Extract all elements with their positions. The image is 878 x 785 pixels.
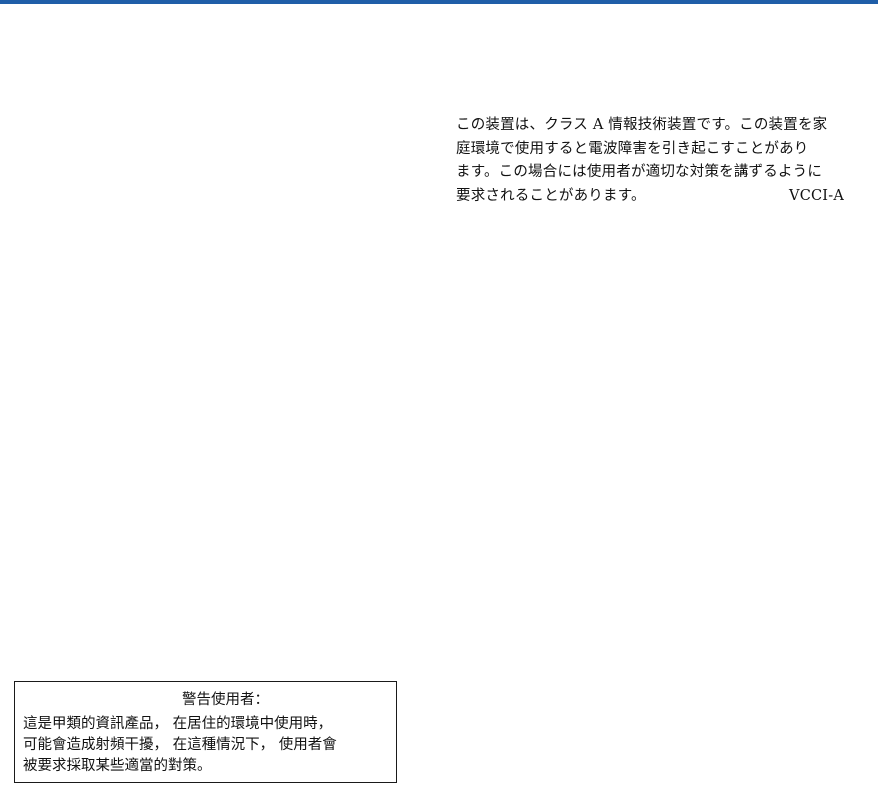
vcci-class-label: VCCI-A [789,187,844,204]
vcci-notice-line: 要求されることがあります。 [456,187,646,204]
vcci-notice-line: ます。この場合には使用者が適切な対策を講ずるように [456,164,823,180]
vcci-notice-line: 庭環境で使用すると電波障害を引き起こすことがあり [456,140,809,157]
top-color-bar [0,0,878,4]
vcci-notice-line: この装置は、クラス A 情報技術装置です。この装置を家 [456,117,828,133]
bsmi-warning-line: 可能會造成射頻干擾， 在這種情況下， 使用者會 [23,737,337,753]
bsmi-warning-text: 這是甲類的資訊產品， 在居住的環境中使用時， 可能會造成射頻干擾， 在這種情況下… [23,714,395,777]
bsmi-warning-box: 警告使用者： 這是甲類的資訊產品， 在居住的環境中使用時， 可能會造成射頻干擾，… [14,681,397,783]
bsmi-warning-line: 這是甲類的資訊產品， 在居住的環境中使用時， [23,716,333,732]
vcci-notice-last-line: 要求されることがあります。 VCCI-A [456,185,844,209]
bsmi-warning-title: 警告使用者： [182,692,269,708]
vcci-notice: この装置は、クラス A 情報技術装置です。この装置を家 庭環境で使用すると電波障… [456,114,844,208]
bsmi-warning-line: 被要求採取某些適當的對策。 [23,758,212,774]
